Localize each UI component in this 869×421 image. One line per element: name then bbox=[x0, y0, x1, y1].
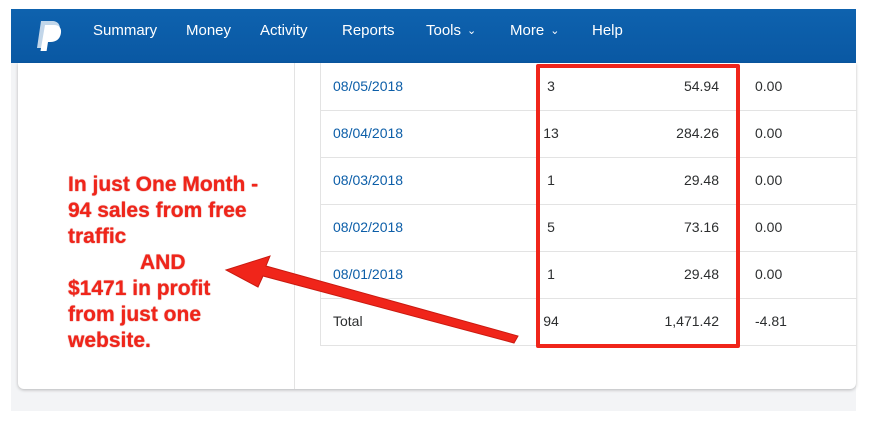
annotation-line: AND bbox=[140, 251, 186, 274]
annotation-line: from just one bbox=[68, 303, 202, 326]
annotation-line: 94 sales from free bbox=[68, 199, 247, 222]
annotation-line: website. bbox=[68, 329, 151, 352]
annotation-line: traffic bbox=[68, 225, 127, 248]
annotation-line: In just One Month - bbox=[68, 173, 259, 196]
annotation-line: $1471 in profit bbox=[68, 277, 211, 300]
annotation-text: In just One Month - 94 sales from free t… bbox=[68, 172, 308, 354]
